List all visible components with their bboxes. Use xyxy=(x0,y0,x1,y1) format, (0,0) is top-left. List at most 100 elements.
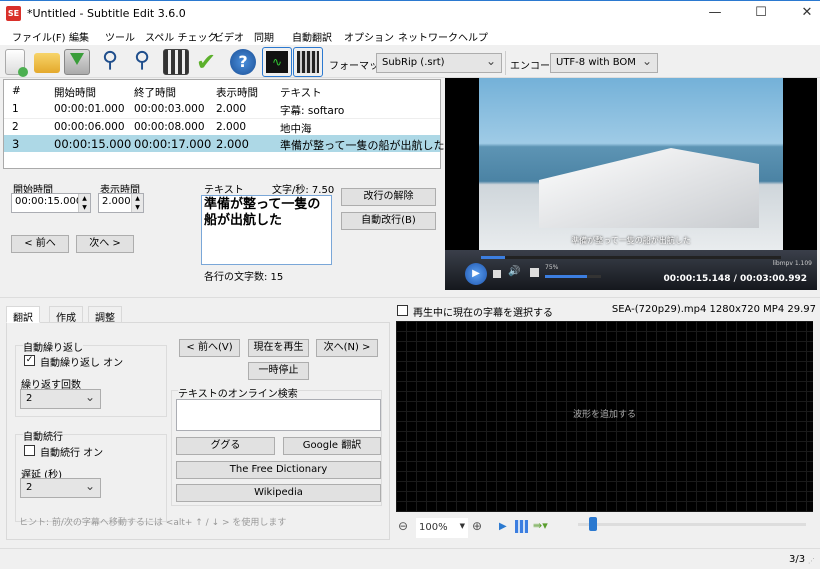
format-select[interactable]: SubRip (.srt) xyxy=(376,53,502,73)
auto-continue-checkbox[interactable] xyxy=(24,445,35,456)
encoding-select[interactable]: UTF-8 with BOM xyxy=(550,53,658,73)
col-number[interactable]: # xyxy=(12,85,21,97)
row-start: 00:00:06.000 xyxy=(54,121,125,133)
volume-slider[interactable] xyxy=(545,275,601,278)
start-time-input[interactable]: 00:00:15.000 ▲ ▼ xyxy=(11,193,91,213)
google-translate-button[interactable]: Google 翻訳 xyxy=(283,437,381,455)
subtitle-text-area[interactable]: 準備が整って一隻の 船が出航した xyxy=(201,195,332,265)
chars-per-second: 文字/秒: 7.50 xyxy=(272,185,335,196)
wikipedia-button[interactable]: Wikipedia xyxy=(176,484,381,502)
menu-spellcheck[interactable]: スペル チェック xyxy=(145,29,217,44)
video-frame: 準備が整って一隻の船が出航した xyxy=(479,78,783,250)
row-start: 00:00:01.000 xyxy=(54,103,125,115)
open-folder-icon[interactable] xyxy=(34,53,60,73)
menu-options[interactable]: オプション xyxy=(344,29,394,44)
auto-repeat-checkbox[interactable]: ✓ xyxy=(24,355,35,366)
encoding-value: UTF-8 with BOM xyxy=(556,57,636,68)
table-row[interactable]: 1 00:00:01.000 00:00:03.000 2.000 字幕: so… xyxy=(4,101,440,118)
online-search-input[interactable] xyxy=(176,399,381,431)
menu-network[interactable]: ネットワーク xyxy=(398,29,458,44)
minimize-button[interactable]: — xyxy=(700,5,730,23)
menu-auto-translate[interactable]: 自動翻訳 xyxy=(292,29,332,44)
menu-tools[interactable]: ツール xyxy=(105,29,135,44)
delay-select[interactable]: 2 xyxy=(20,478,101,498)
col-duration[interactable]: 表示時間 xyxy=(216,85,258,100)
col-start[interactable]: 開始時間 xyxy=(54,85,96,100)
waveform[interactable]: 波形を追加する xyxy=(396,321,813,512)
menu-edit[interactable]: 編集 xyxy=(69,29,89,44)
duration-input[interactable]: 2.000 ▲ ▼ xyxy=(98,193,144,213)
volume-icon[interactable]: 🔊 xyxy=(508,266,520,277)
subtitle-list[interactable]: # 開始時間 終了時間 表示時間 テキスト 1 00:00:01.000 00:… xyxy=(3,79,444,169)
next-subtitle-icon[interactable]: ⇛▾ xyxy=(533,519,548,532)
menu-help[interactable]: ヘルプ xyxy=(458,29,488,44)
zoom-value: 100% xyxy=(419,522,448,533)
waveform-toggle-icon[interactable]: ∿ xyxy=(262,47,292,77)
zoom-in-icon[interactable]: ⊕ xyxy=(472,519,482,533)
toggle-grid-icon[interactable] xyxy=(515,520,528,533)
select-current-checkbox[interactable] xyxy=(397,305,408,316)
visual-sync-icon[interactable] xyxy=(163,49,189,75)
translate-prev-button[interactable]: < 前へ(V) xyxy=(179,339,240,357)
text-line-2: 船が出航した xyxy=(204,213,283,228)
row-end: 00:00:17.000 xyxy=(134,137,212,151)
col-end[interactable]: 終了時間 xyxy=(134,85,176,100)
auto-break-button[interactable]: 自動改行(B) xyxy=(341,212,436,230)
translate-panel: 自動繰り返し ✓ 自動繰り返し オン 繰り返す回数 2 自動続行 自動続行 オン… xyxy=(6,322,390,540)
unbreak-button[interactable]: 改行の解除 xyxy=(341,188,436,206)
maximize-button[interactable]: ☐ xyxy=(746,5,776,23)
delay-value: 2 xyxy=(26,482,33,493)
next-button[interactable]: 次へ > xyxy=(76,235,134,253)
video-subtitle-overlay: 準備が整って一隻の船が出航した xyxy=(571,236,691,245)
table-row-selected[interactable]: 3 00:00:15.000 00:00:17.000 2.000 準備が整って… xyxy=(4,135,444,152)
zoom-select[interactable]: 100% ▼ xyxy=(416,518,468,538)
toolbar: ⚲ ⚲ ✔ ? ∿ フォーマット SubRip (.srt) エンコード UTF… xyxy=(0,45,820,78)
translate-next-button[interactable]: 次へ(N) > xyxy=(316,339,378,357)
play-button[interactable]: ▶ xyxy=(465,263,487,285)
row-duration: 2.000 xyxy=(216,103,247,115)
help-icon[interactable]: ? xyxy=(230,49,256,75)
player-name: libmpv 1.109 xyxy=(772,260,812,267)
tab-translate[interactable]: 翻訳 xyxy=(6,306,40,324)
row-number: 1 xyxy=(12,103,19,115)
zoom-out-icon[interactable]: ⊖ xyxy=(398,519,408,533)
tab-create[interactable]: 作成 xyxy=(49,306,83,324)
resize-grip[interactable]: ⋰ xyxy=(808,557,815,565)
waveform-position-slider[interactable] xyxy=(578,517,806,531)
tab-adjust[interactable]: 調整 xyxy=(88,306,122,324)
close-button[interactable]: ✕ xyxy=(792,5,820,23)
row-start: 00:00:15.000 xyxy=(54,137,132,151)
repeat-count-select[interactable]: 2 xyxy=(20,389,101,409)
prev-button[interactable]: < 前へ xyxy=(11,235,69,253)
start-time-spinner[interactable]: ▲ ▼ xyxy=(78,194,90,212)
video-seek-bar[interactable] xyxy=(481,256,781,259)
google-search-button[interactable]: ググる xyxy=(176,437,275,455)
video-player[interactable]: 準備が整って一隻の船が出航した ▶ 🔊 75% libmpv 1.109 00:… xyxy=(445,78,817,290)
video-info: SEA-(720p29).mp4 1280x720 MP4 29.97 xyxy=(611,304,816,315)
col-text[interactable]: テキスト xyxy=(280,85,322,100)
fullscreen-icon[interactable] xyxy=(530,268,539,277)
save-download-icon[interactable] xyxy=(64,49,90,75)
replace-icon[interactable]: ⚲ xyxy=(129,49,155,75)
menu-video[interactable]: ビデオ xyxy=(214,29,244,44)
find-icon[interactable]: ⚲ xyxy=(97,49,123,75)
spell-check-icon[interactable]: ✔ xyxy=(193,49,219,75)
video-time: 00:00:15.148 / 00:03:00.992 xyxy=(663,274,807,284)
volume-percent: 75% xyxy=(545,264,559,271)
slider-thumb[interactable] xyxy=(589,517,598,531)
duration-spinner[interactable]: ▲ ▼ xyxy=(131,194,143,212)
menu-sync[interactable]: 同期 xyxy=(254,29,274,44)
table-row[interactable]: 2 00:00:06.000 00:00:08.000 2.000 地中海 xyxy=(4,118,440,135)
play-current-button[interactable]: 現在を再生 xyxy=(248,339,309,357)
toolbar-separator xyxy=(505,51,506,75)
stop-button[interactable] xyxy=(493,270,501,278)
video-toggle-icon[interactable] xyxy=(293,47,323,77)
new-file-icon[interactable] xyxy=(5,49,28,77)
splitter[interactable] xyxy=(0,297,820,298)
pause-button[interactable]: 一時停止 xyxy=(248,362,309,380)
free-dictionary-button[interactable]: The Free Dictionary xyxy=(176,461,381,479)
menu-file[interactable]: ファイル(F) xyxy=(12,29,66,44)
play-waveform-icon[interactable]: ▶ xyxy=(499,521,507,532)
row-end: 00:00:03.000 xyxy=(134,103,205,115)
waveform-placeholder: 波形を追加する xyxy=(572,410,636,420)
